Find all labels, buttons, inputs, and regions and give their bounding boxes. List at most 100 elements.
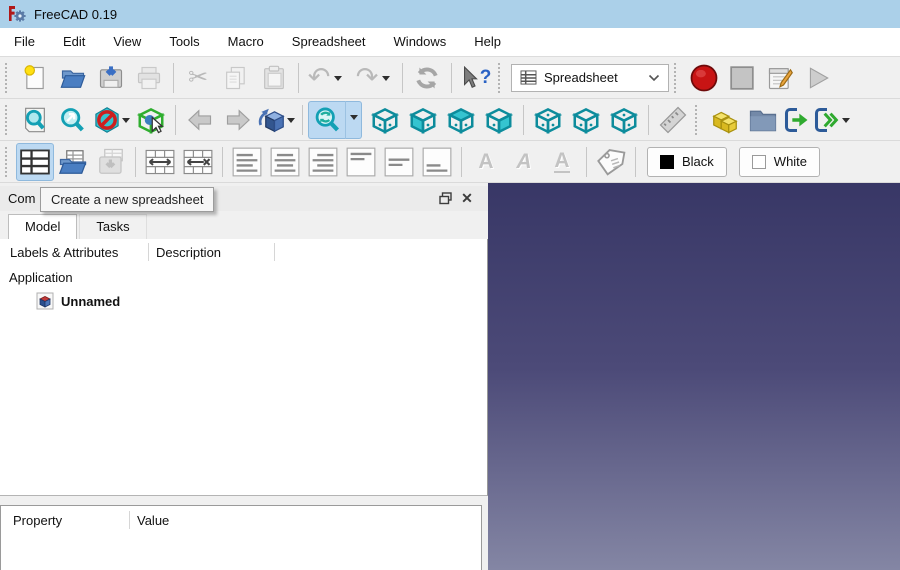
create-part-button[interactable] <box>706 101 744 139</box>
tree-column-description[interactable]: Description <box>148 245 266 260</box>
menu-macro[interactable]: Macro <box>214 28 278 56</box>
align-left-button[interactable] <box>228 143 266 181</box>
fit-selection-button[interactable] <box>54 101 92 139</box>
sync-view-dropdown[interactable] <box>346 100 362 139</box>
toolbar-handle[interactable] <box>674 62 681 93</box>
split-cell-button[interactable] <box>179 143 217 181</box>
undo-dropdown[interactable] <box>334 76 342 85</box>
rear-view-button[interactable] <box>529 101 567 139</box>
toolbar-separator <box>135 146 136 177</box>
box-selection-button[interactable] <box>132 101 170 139</box>
refresh-button[interactable] <box>408 59 446 97</box>
link-dropdown[interactable] <box>842 118 850 127</box>
cut-button[interactable]: ✂ <box>179 59 217 97</box>
tree-item-application[interactable]: Application <box>0 265 487 289</box>
fit-all-button[interactable] <box>16 101 54 139</box>
macro-record-button[interactable] <box>685 59 723 97</box>
macro-edit-button[interactable] <box>761 59 799 97</box>
axonometric-view-button[interactable] <box>366 101 404 139</box>
panel-splitter[interactable] <box>0 496 488 505</box>
toolbar-handle[interactable] <box>498 62 505 93</box>
left-view-button[interactable] <box>605 101 643 139</box>
align-center-button[interactable] <box>266 143 304 181</box>
paste-button[interactable] <box>255 59 293 97</box>
new-document-button[interactable] <box>16 59 54 97</box>
menu-tools[interactable]: Tools <box>155 28 213 56</box>
navigation-style-dropdown[interactable] <box>287 118 295 127</box>
measure-distance-button[interactable] <box>654 101 692 139</box>
toolbar-separator <box>222 146 223 177</box>
front-view-button[interactable] <box>404 101 442 139</box>
align-bottom-button[interactable] <box>418 143 456 181</box>
copy-button[interactable] <box>217 59 255 97</box>
navigation-style-button[interactable] <box>257 101 287 139</box>
property-column[interactable]: Property <box>1 513 129 528</box>
forward-arrow-icon <box>226 108 250 131</box>
menu-windows[interactable]: Windows <box>380 28 461 56</box>
navigate-back-button[interactable] <box>181 101 219 139</box>
make-link-button[interactable] <box>782 101 812 139</box>
right-view-button[interactable] <box>480 101 518 139</box>
macro-stop-button[interactable] <box>723 59 761 97</box>
align-top-button[interactable] <box>342 143 380 181</box>
create-spreadsheet-button[interactable] <box>16 142 54 181</box>
align-vcenter-button[interactable] <box>380 143 418 181</box>
top-view-cube-icon <box>446 107 476 134</box>
italic-icon: A <box>516 150 532 173</box>
align-center-icon <box>270 147 300 176</box>
foreground-color-button[interactable]: Black <box>647 146 727 177</box>
toolbar-handle[interactable] <box>5 104 12 135</box>
save-document-button[interactable] <box>92 59 130 97</box>
menu-spreadsheet[interactable]: Spreadsheet <box>278 28 380 56</box>
style-underline-button[interactable]: A <box>543 143 581 181</box>
undo-button[interactable]: ↶ <box>304 59 334 97</box>
merge-cells-button[interactable] <box>141 143 179 181</box>
navigate-forward-button[interactable] <box>219 101 257 139</box>
bottom-view-cube-icon <box>571 107 601 134</box>
workbench-selector[interactable]: Spreadsheet <box>511 63 669 92</box>
import-spreadsheet-button[interactable] <box>54 143 92 181</box>
export-spreadsheet-button[interactable] <box>92 143 130 181</box>
print-button[interactable] <box>130 59 168 97</box>
undo-icon: ↶ <box>307 62 331 92</box>
sync-view-button[interactable] <box>308 100 346 139</box>
clipping-plane-button[interactable] <box>92 101 122 139</box>
menu-edit[interactable]: Edit <box>49 28 99 56</box>
set-alias-button[interactable] <box>592 143 630 181</box>
redo-button[interactable]: ↷ <box>352 59 382 97</box>
top-view-button[interactable] <box>442 101 480 139</box>
underline-icon: A <box>554 149 570 173</box>
style-bold-button[interactable]: A <box>467 143 505 181</box>
align-right-button[interactable] <box>304 143 342 181</box>
menu-file[interactable]: File <box>0 28 49 56</box>
value-column[interactable]: Value <box>129 513 169 528</box>
property-editor: Property Value <box>0 505 482 570</box>
tree-item-document[interactable]: Unnamed <box>0 289 487 313</box>
float-panel-button[interactable] <box>434 188 456 210</box>
question-mark-icon: ? <box>479 66 492 88</box>
toolbar-handle[interactable] <box>5 62 12 93</box>
menubar: File Edit View Tools Macro Spreadsheet W… <box>0 28 900 57</box>
clipping-dropdown[interactable] <box>122 118 130 127</box>
3d-viewport[interactable] <box>488 183 900 570</box>
titlebar: FreeCAD 0.19 <box>0 0 900 28</box>
menu-help[interactable]: Help <box>460 28 515 56</box>
make-sub-link-button[interactable] <box>812 101 842 139</box>
style-italic-button[interactable]: A <box>505 143 543 181</box>
create-group-button[interactable] <box>744 101 782 139</box>
toolbar-handle[interactable] <box>5 146 12 177</box>
toolbar-handle[interactable] <box>695 104 702 135</box>
background-color-button[interactable]: White <box>738 146 821 177</box>
freecad-logo-icon <box>7 4 27 24</box>
navigation-cube-icon <box>258 108 285 132</box>
macro-execute-button[interactable] <box>799 59 837 97</box>
tab-model[interactable]: Model <box>8 214 78 239</box>
bottom-view-button[interactable] <box>567 101 605 139</box>
close-panel-button[interactable]: ✕ <box>456 188 478 210</box>
redo-dropdown[interactable] <box>382 76 390 85</box>
menu-view[interactable]: View <box>99 28 155 56</box>
open-document-button[interactable] <box>54 59 92 97</box>
tree-column-labels[interactable]: Labels & Attributes <box>0 245 148 260</box>
whats-this-button[interactable]: ? <box>457 59 495 97</box>
tab-tasks[interactable]: Tasks <box>79 214 147 239</box>
